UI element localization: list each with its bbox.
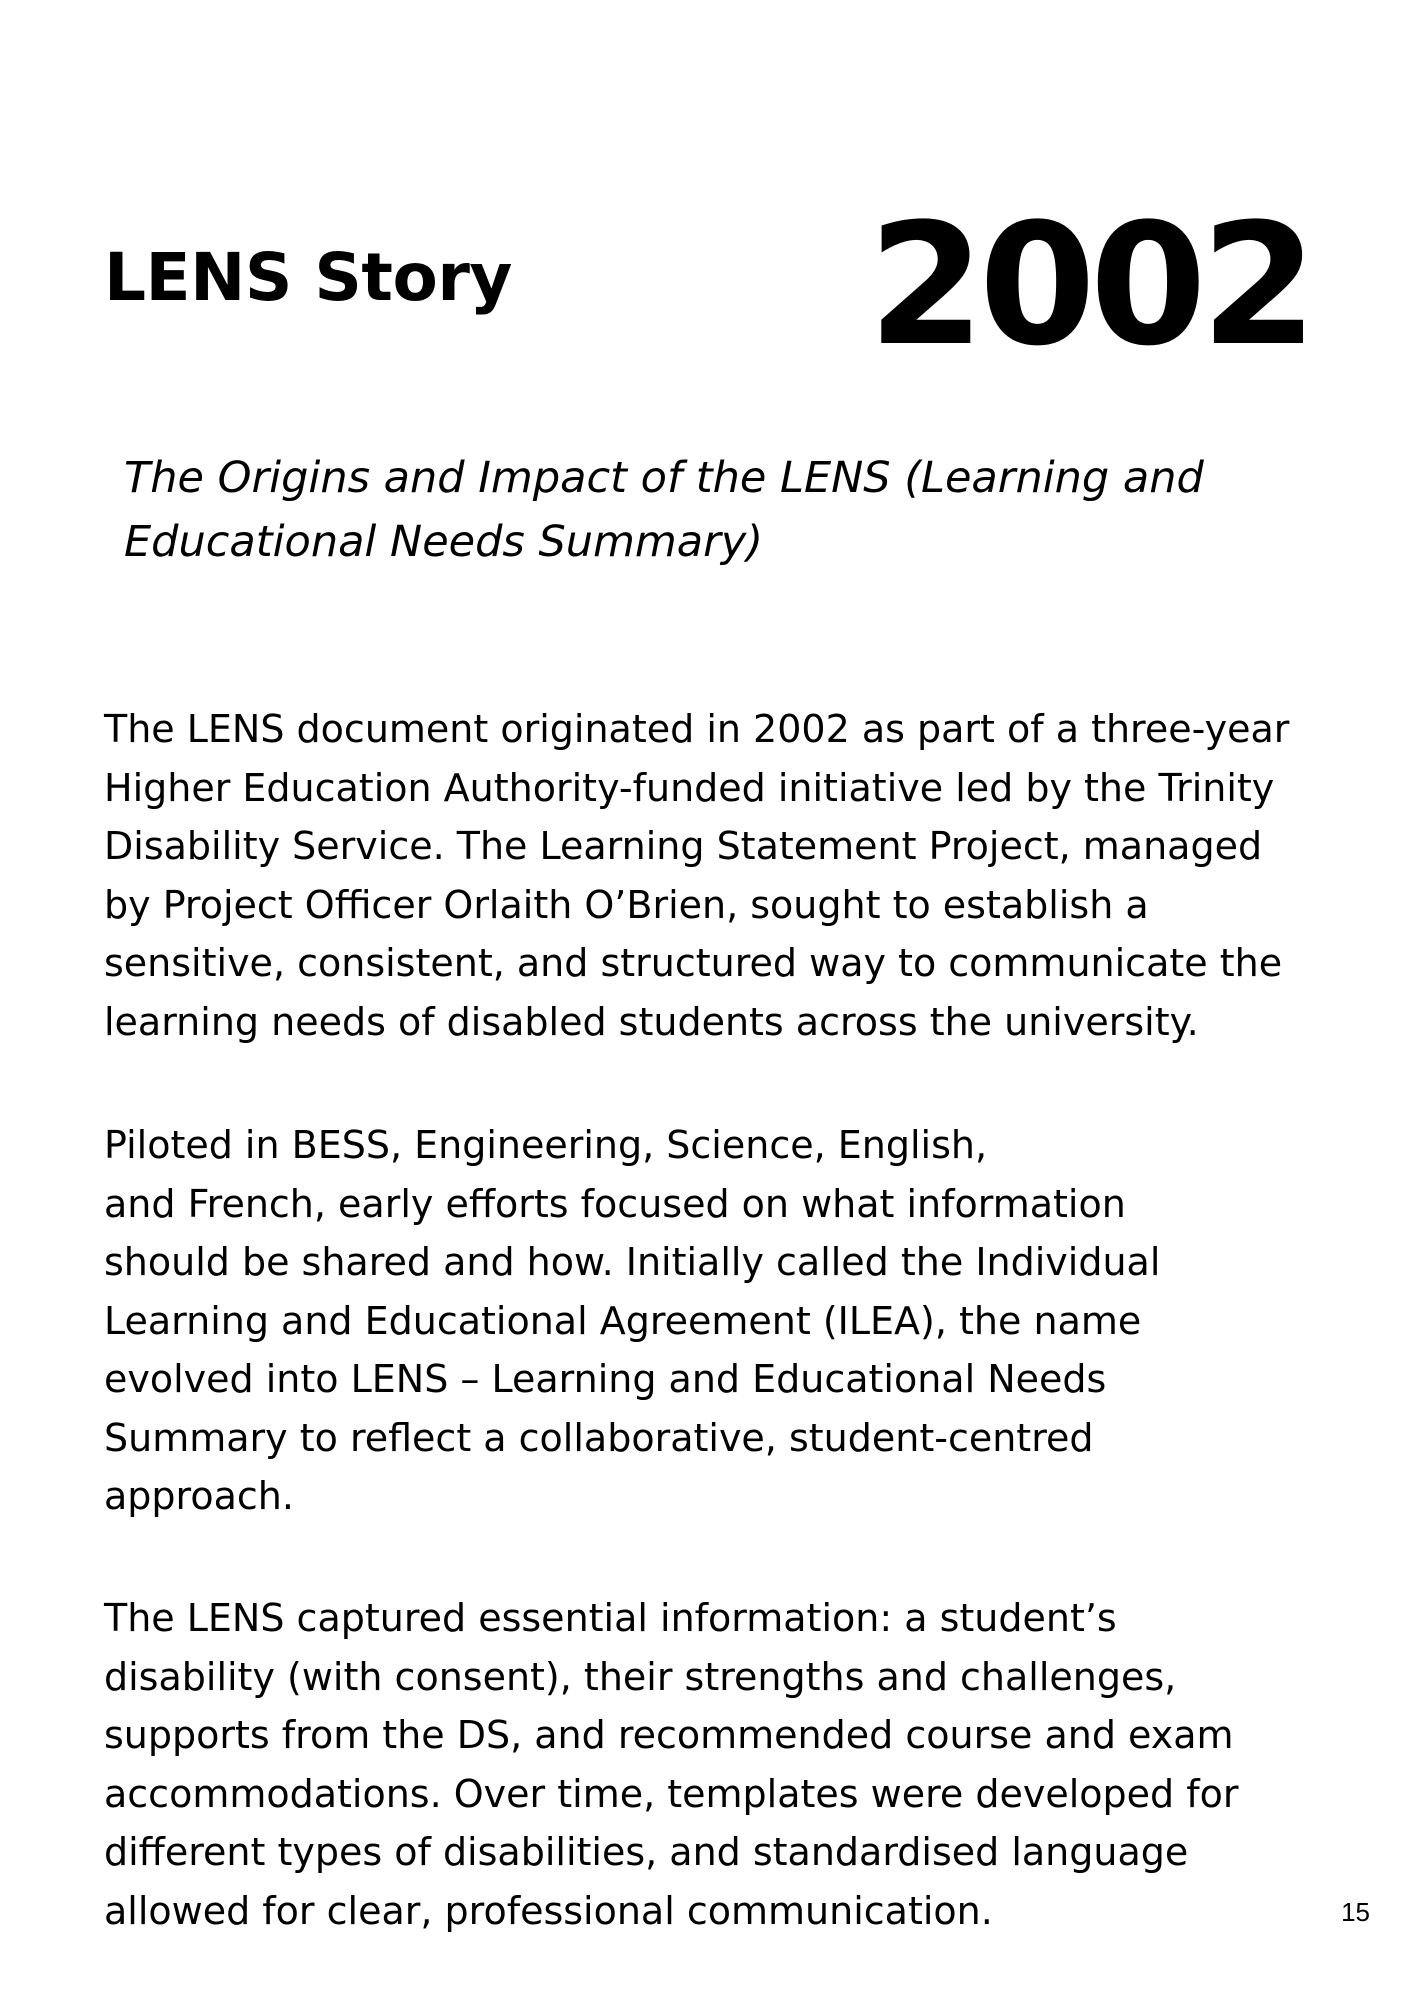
body-paragraph: The LENS document originated in 2002 as … xyxy=(104,707,1290,1044)
page-title: LENS Story xyxy=(104,239,512,316)
page-subtitle: The Origins and Impact of the LENS (Lear… xyxy=(124,453,1204,567)
year-heading: 2002 xyxy=(868,187,1318,383)
body-paragraph: The LENS captured essential information:… xyxy=(104,1596,1239,1933)
body-paragraph: Piloted in BESS, Engineering, Science, E… xyxy=(104,1123,1161,1518)
document-page: LENS Story 2002 The Origins and Impact o… xyxy=(0,0,1414,2000)
page-number: 15 xyxy=(1341,1897,1370,1927)
